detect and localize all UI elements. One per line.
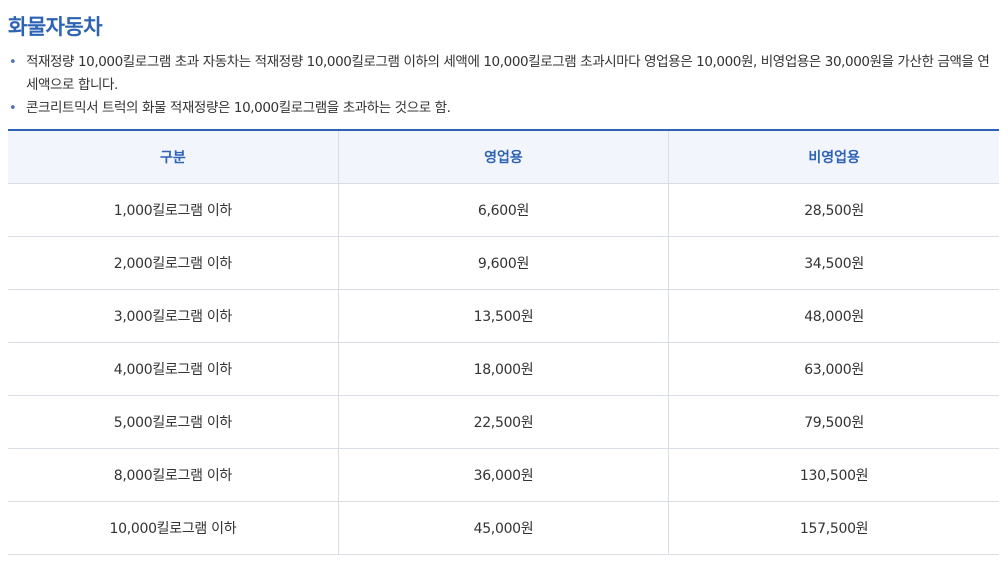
table-row: 10,000킬로그램 이하 45,000원 157,500원 — [8, 501, 999, 555]
note-item: • 적재정량 10,000킬로그램 초과 자동차는 적재정량 10,000킬로그… — [8, 51, 998, 97]
table-row: 8,000킬로그램 이하 36,000원 130,500원 — [8, 448, 999, 502]
note-text: 적재정량 10,000킬로그램 초과 자동차는 적재정량 10,000킬로그램 … — [26, 54, 990, 93]
cell-commercial: 13,500원 — [337, 289, 669, 343]
cell-category: 8,000킬로그램 이하 — [8, 448, 339, 502]
cell-category: 2,000킬로그램 이하 — [8, 236, 339, 290]
cell-noncommercial: 48,000원 — [668, 289, 999, 343]
notes-list: • 적재정량 10,000킬로그램 초과 자동차는 적재정량 10,000킬로그… — [8, 51, 998, 120]
cell-noncommercial: 28,500원 — [668, 183, 999, 237]
table-row: 5,000킬로그램 이하 22,500원 79,500원 — [8, 395, 999, 449]
column-header-commercial: 영업용 — [337, 130, 669, 184]
table-row: 3,000킬로그램 이하 13,500원 48,000원 — [8, 289, 999, 343]
cell-commercial: 18,000원 — [337, 342, 669, 396]
table-row: 2,000킬로그램 이하 9,600원 34,500원 — [8, 236, 999, 290]
cell-category: 4,000킬로그램 이하 — [8, 342, 339, 396]
cell-category: 5,000킬로그램 이하 — [8, 395, 339, 449]
tax-rate-table: 구분 영업용 비영업용 1,000킬로그램 이하 6,600원 28,500원 … — [8, 129, 999, 555]
cell-noncommercial: 130,500원 — [668, 448, 999, 502]
cell-commercial: 45,000원 — [337, 501, 669, 555]
section-title: 화물자동차 — [8, 15, 103, 39]
cell-commercial: 36,000원 — [337, 448, 669, 502]
cell-category: 10,000킬로그램 이하 — [8, 501, 339, 555]
cell-commercial: 6,600원 — [337, 183, 669, 237]
cell-category: 1,000킬로그램 이하 — [8, 183, 339, 237]
cell-noncommercial: 157,500원 — [668, 501, 999, 555]
cell-noncommercial: 79,500원 — [668, 395, 999, 449]
cell-commercial: 22,500원 — [337, 395, 669, 449]
cell-noncommercial: 34,500원 — [668, 236, 999, 290]
cell-noncommercial: 63,000원 — [668, 342, 999, 396]
note-text: 콘크리트믹서 트럭의 화물 적재정량은 10,000킬로그램을 초과하는 것으로… — [26, 100, 451, 116]
table-row: 4,000킬로그램 이하 18,000원 63,000원 — [8, 342, 999, 396]
cell-commercial: 9,600원 — [337, 236, 669, 290]
table-row: 1,000킬로그램 이하 6,600원 28,500원 — [8, 183, 999, 237]
column-header-noncommercial: 비영업용 — [668, 130, 999, 184]
cell-category: 3,000킬로그램 이하 — [8, 289, 339, 343]
bullet-icon: • — [9, 101, 17, 116]
column-header-category: 구분 — [8, 130, 339, 184]
note-item: • 콘크리트믹서 트럭의 화물 적재정량은 10,000킬로그램을 초과하는 것… — [8, 97, 998, 120]
bullet-icon: • — [9, 55, 17, 70]
table-header-row: 구분 영업용 비영업용 — [8, 130, 999, 184]
